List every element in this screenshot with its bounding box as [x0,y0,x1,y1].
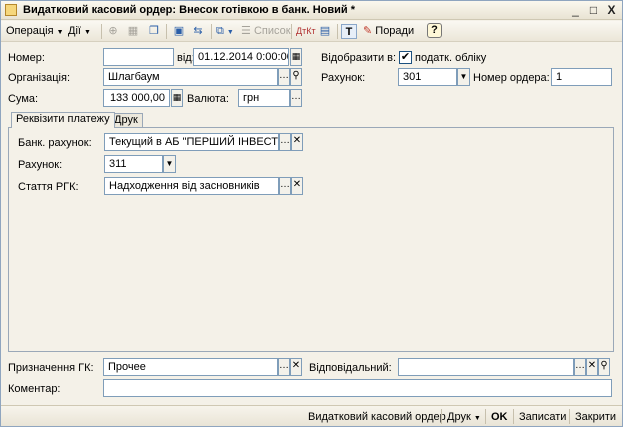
purpose-clear-icon[interactable]: ✕ [290,358,302,376]
reflect-in-label: Відобразити в: [321,52,397,64]
order-number-field[interactable]: 1 [551,68,612,86]
actions-menu-label: Дії [68,25,81,37]
chevron-down-icon: ▼ [56,29,64,36]
close-window-button[interactable]: X [604,3,619,17]
payment-account-combo[interactable]: 311 [104,155,163,173]
maximize-button[interactable]: □ [586,3,601,17]
payment-details-panel: Банк. рахунок: Текущий в АБ "ПЕРШИЙ ІНВЕ… [8,127,614,352]
tab-payment-details[interactable]: Реквізити платежу [11,112,115,128]
toolbar-separator [291,24,292,39]
minimize-button[interactable]: _ [568,3,583,17]
create-based-on-icon: ⧉ [216,25,224,37]
list-icon: ☰ [241,25,251,37]
tax-accounting-toggle-icon[interactable]: T [341,24,357,39]
rgk-item-clear-icon[interactable]: ✕ [291,177,303,195]
toolbar: Операція ▼ Дії ▼ ⊕ ▦ ❐ ▣ ⇆ ⧉ ▼ ☰ Список … [1,21,622,42]
tax-accounting-checkbox[interactable]: ✔ [399,51,412,64]
comment-field[interactable] [103,379,612,397]
bank-account-label: Банк. рахунок: [18,137,92,149]
print-menu[interactable]: Друк ▼ [447,410,481,426]
document-window: Видатковий касовий ордер: Внесок готівко… [0,0,623,427]
list-button-label: Список [253,25,291,37]
rgk-item-field[interactable]: Надходження від засновників [104,177,279,195]
document-icon [5,4,17,16]
organization-search-icon[interactable]: ⚲ [290,68,302,86]
comment-label: Коментар: [8,383,61,395]
payment-account-label: Рахунок: [18,159,63,171]
list-button[interactable]: ☰ Список [241,24,291,39]
bank-account-select-button[interactable]: … [279,133,291,151]
actions-menu[interactable]: Дії ▼ [68,24,91,39]
calendar-icon[interactable]: ▦ [290,48,302,66]
account-label: Рахунок: [321,72,366,84]
calculator-icon[interactable]: ▦ [171,89,183,107]
operation-menu[interactable]: Операція ▼ [6,24,64,39]
copy-icon[interactable]: ❐ [146,24,162,39]
edit-icon[interactable]: ▦ [125,24,141,39]
close-button[interactable]: Закрити [575,410,616,424]
help-icon[interactable]: ? [427,23,442,38]
operation-menu-label: Операція [6,25,54,37]
currency-field[interactable]: грн [238,89,290,107]
rgk-item-label: Стаття РГК: [18,181,79,193]
currency-label: Валюта: [187,93,229,105]
organization-field[interactable]: Шлагбаум [103,68,278,86]
organization-label: Організація: [8,72,70,84]
organization-select-button[interactable]: … [278,68,290,86]
bottom-separator [513,409,514,424]
purpose-field[interactable]: Прочее [103,358,278,376]
number-label: Номер: [8,52,45,64]
rgk-item-select-button[interactable]: … [279,177,291,195]
title-bar: Видатковий касовий ордер: Внесок готівко… [1,1,622,20]
purpose-select-button[interactable]: … [278,358,290,376]
add-icon[interactable]: ⊕ [105,24,121,39]
toolbar-separator [337,24,338,39]
account-combo[interactable]: 301 [398,68,457,86]
based-on-menu[interactable]: ⧉ ▼ [216,24,234,39]
bottom-separator [441,409,442,424]
sum-label: Сума: [8,93,39,105]
bottom-separator [569,409,570,424]
document-print-form-link[interactable]: Видатковий касовий ордер [308,410,446,424]
bank-account-field[interactable]: Текущий в АБ "ПЕРШИЙ ІНВЕСТИЦІ [104,133,279,151]
toolbar-separator [101,24,102,39]
responsible-search-icon[interactable]: ⚲ [598,358,610,376]
print-menu-label: Друк [447,411,471,423]
window-title: Видатковий касовий ордер: Внесок готівко… [23,4,355,16]
order-number-label: Номер ордера: [473,72,550,84]
date-field[interactable]: 01.12.2014 0:00:00 [193,48,289,66]
bottom-separator [485,409,486,424]
toolbar-separator [211,24,212,39]
tips-button-label: Поради [375,25,415,37]
movements-dt-kt-icon[interactable]: ДтКт [296,24,316,39]
chevron-down-icon: ▼ [84,29,91,36]
chevron-down-icon[interactable]: ▼ [457,68,470,86]
save-button[interactable]: Записати [519,410,566,424]
unpost-document-icon[interactable]: ⇆ [190,24,206,39]
ok-button[interactable]: OK [491,410,508,424]
chevron-down-icon: ▼ [226,29,234,36]
post-document-icon[interactable]: ▣ [171,24,187,39]
responsible-field[interactable] [398,358,574,376]
chevron-down-icon[interactable]: ▼ [163,155,176,173]
responsible-select-button[interactable]: … [574,358,586,376]
sum-field[interactable]: 133 000,00 [103,89,170,107]
structure-icon[interactable]: ▤ [317,24,333,39]
tax-accounting-label: податк. обліку [415,52,487,64]
bottom-command-bar: Видатковий касовий ордер Друк ▼ OK Запис… [1,405,622,426]
tips-button[interactable]: ✎ Поради [363,24,414,39]
responsible-clear-icon[interactable]: ✕ [586,358,598,376]
chevron-down-icon: ▼ [473,415,481,422]
currency-select-button[interactable]: … [290,89,302,107]
purpose-label: Призначення ГК: [8,362,94,374]
toolbar-separator [166,24,167,39]
tips-icon: ✎ [363,25,373,37]
responsible-label: Відповідальний: [309,362,392,374]
bank-account-clear-icon[interactable]: ✕ [291,133,303,151]
number-field[interactable] [103,48,174,66]
